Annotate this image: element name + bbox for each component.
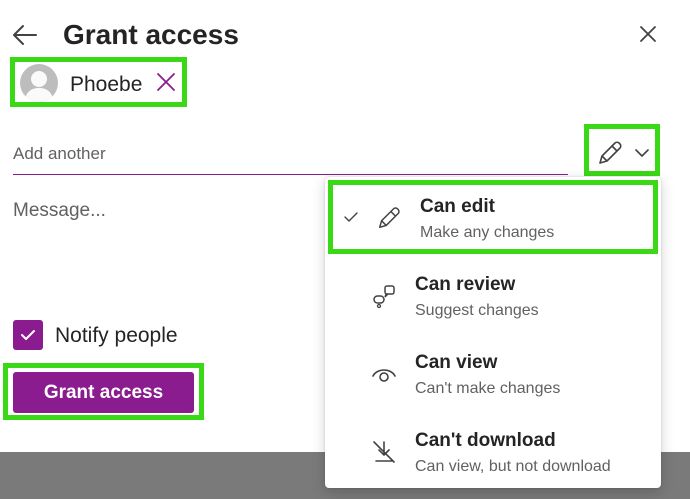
remove-recipient-button[interactable] [155, 71, 177, 93]
menu-item-label: Can't download [415, 430, 556, 451]
recipient-chip: Phoebe [10, 57, 187, 107]
selected-check-icon [344, 212, 358, 222]
message-field[interactable] [13, 200, 313, 300]
add-another-input[interactable] [13, 133, 568, 175]
notify-checkbox[interactable] [13, 320, 43, 350]
menu-item-can-edit[interactable]: Can edit Make any changes [328, 180, 658, 254]
arrow-left-icon [13, 25, 37, 45]
eye-icon [372, 369, 396, 382]
recipient-name: Phoebe [70, 73, 143, 96]
back-button[interactable] [10, 20, 40, 50]
dialog-title: Grant access [63, 19, 239, 50]
remove-x-icon [157, 73, 175, 91]
close-button[interactable] [636, 22, 660, 46]
permission-menu: Can edit Make any changes Can review Sug… [325, 177, 661, 488]
menu-item-description: Can view, but not download [415, 458, 611, 475]
checkmark-icon [21, 330, 35, 340]
menu-item-can-review[interactable]: Can review Suggest changes [325, 260, 661, 332]
chevron-down-icon [635, 149, 649, 157]
menu-item-description: Suggest changes [415, 302, 539, 319]
menu-item-label: Can review [415, 274, 516, 295]
grant-access-button[interactable]: Grant access [13, 372, 194, 413]
pencil-icon [378, 207, 400, 229]
menu-item-description: Can't make changes [415, 380, 561, 397]
person-avatar-icon [20, 64, 58, 102]
pencil-icon [599, 141, 622, 164]
notify-label: Notify people [55, 324, 178, 347]
menu-item-description: Make any changes [420, 224, 555, 241]
no-download-icon [373, 441, 395, 463]
review-shapes-icon [373, 285, 395, 309]
menu-item-can-view[interactable]: Can view Can't make changes [325, 338, 661, 410]
close-icon [640, 26, 656, 42]
grant-access-button-wrapper: Grant access [3, 363, 204, 420]
menu-item-label: Can edit [420, 196, 495, 217]
permission-dropdown-button[interactable] [584, 124, 660, 176]
menu-item-cant-download[interactable]: Can't download Can view, but not downloa… [325, 416, 661, 488]
menu-item-label: Can view [415, 352, 498, 373]
